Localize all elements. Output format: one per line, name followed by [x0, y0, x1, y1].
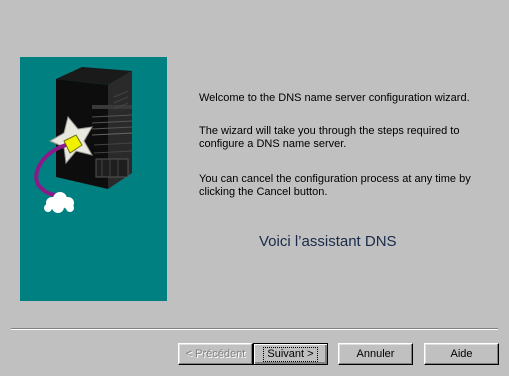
- cancel-button[interactable]: Annuler: [338, 343, 413, 365]
- next-button-label: Suivant >: [263, 347, 318, 362]
- server-illustration-icon: [34, 67, 133, 213]
- welcome-text: Welcome to the DNS name server configura…: [199, 92, 470, 104]
- cancel-info-text: You can cancel the configuration process…: [199, 173, 471, 198]
- help-button[interactable]: Aide: [424, 343, 499, 365]
- dns-wizard-dialog: Welcome to the DNS name server configura…: [0, 0, 509, 376]
- wizard-side-panel: [20, 57, 167, 301]
- steps-text: The wizard will take you through the ste…: [199, 125, 460, 150]
- button-separator: [11, 328, 498, 330]
- wizard-headline: Voici l’assistant DNS: [259, 233, 397, 250]
- back-button[interactable]: < Précédent: [178, 343, 253, 365]
- next-button[interactable]: Suivant >: [253, 343, 328, 365]
